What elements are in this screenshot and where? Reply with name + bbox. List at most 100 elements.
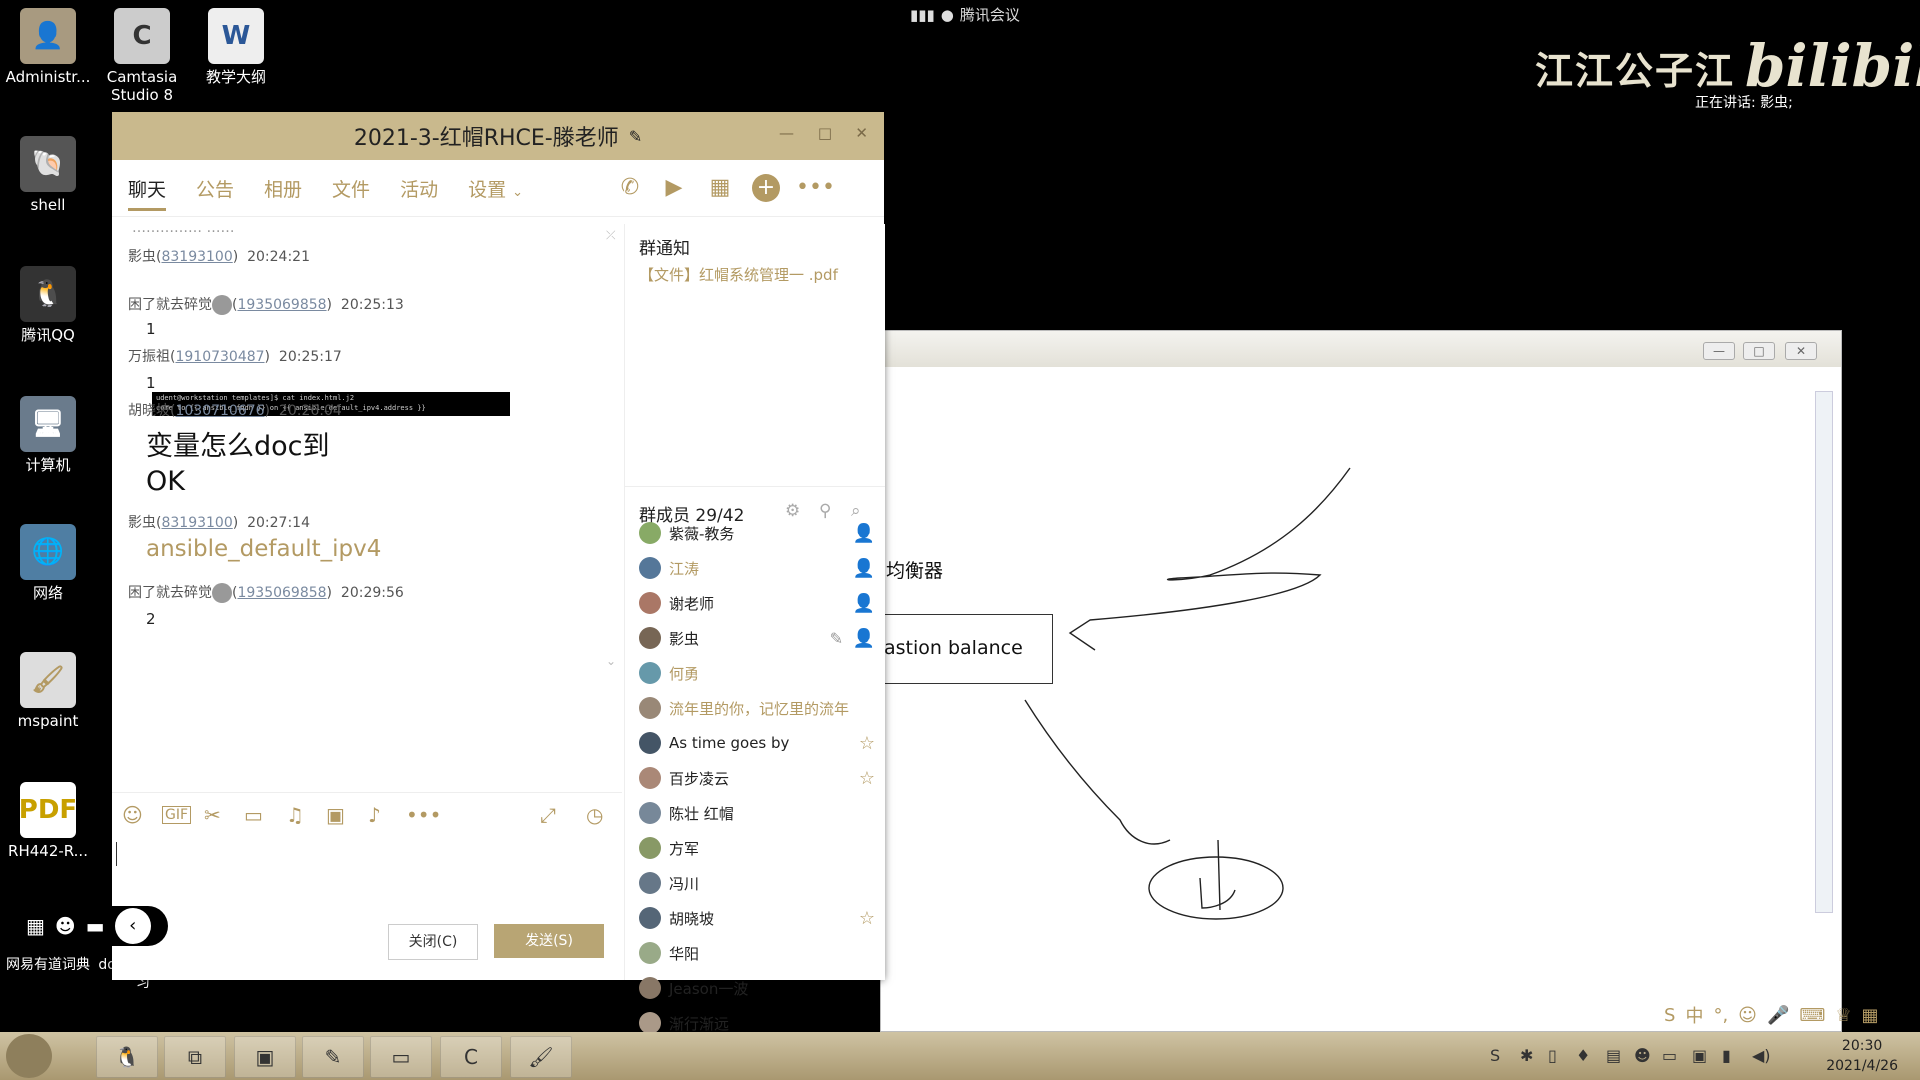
emoji-icon[interactable]: ☺ [1738,1005,1757,1026]
apps-icon[interactable]: ▦ [26,914,45,938]
desktop-icon-mspaint[interactable]: 🖌 mspaint [0,652,96,730]
member-item[interactable]: 江涛 👤 [639,553,875,583]
avatar[interactable] [639,557,661,579]
taskbar-app-paint[interactable]: 🖌 [510,1036,572,1078]
member-item[interactable]: 胡晓坡 ☆ [639,903,875,933]
member-item[interactable]: 华阳 [639,938,875,968]
emoji-icon[interactable]: ☺ [122,803,143,827]
tools-icon[interactable]: ▦ [1861,1005,1878,1026]
minimize-button[interactable]: — [1703,342,1735,360]
bell-icon[interactable]: ♪ [368,803,381,827]
avatar[interactable] [639,977,661,999]
desktop-icon-qq[interactable]: 🐧 腾讯QQ [0,266,96,344]
maximize-window-icon[interactable]: □ [818,124,832,142]
avatar[interactable] [639,1012,661,1034]
smile-icon[interactable]: ☻ [55,914,76,938]
member-item[interactable]: 影虫 ✎ 👤 [639,623,875,653]
tab-activity[interactable]: 活动 [400,175,438,202]
chevron-left-icon[interactable]: ‹ [114,908,151,944]
history-icon[interactable]: ◷ [586,803,603,827]
avatar[interactable] [639,872,661,894]
avatar[interactable] [639,837,661,859]
whiteboard-icon[interactable]: ▦ [706,174,734,202]
avatar[interactable] [639,627,661,649]
avatar[interactable] [639,697,661,719]
taskbar-app-photos[interactable]: ▣ [234,1036,296,1078]
chat-titlebar[interactable]: 2021-3-红帽RHCE-滕老师 ✎ — □ ✕ [112,112,884,160]
avatar[interactable] [639,592,661,614]
desktop-icon-computer[interactable]: 🖥 计算机 [0,396,96,474]
tray-usb-icon[interactable]: ▯ [1548,1046,1557,1065]
taskbar-app-explorer[interactable]: ✎ [302,1036,364,1078]
taskbar-app-meeting[interactable]: ⧉ [164,1036,226,1078]
skin-icon[interactable]: ♕ [1835,1005,1851,1026]
desktop-icon-shell[interactable]: 🐚 shell [0,136,96,214]
voice-call-icon[interactable]: ✆ [616,174,644,202]
tab-settings[interactable]: 设置 ⌄ [468,175,523,202]
keyboard-icon[interactable]: ⌨ [1799,1005,1825,1026]
qq-floating-bar[interactable]: ▦ ☻ ▬ ‹ [18,906,168,946]
tab-album[interactable]: 相册 [264,175,302,202]
tray-security-icon[interactable]: ♦ [1576,1046,1590,1065]
meeting-indicator[interactable]: ▮▮▮ ● 腾讯会议 [910,4,1020,25]
member-item[interactable]: 紫薇-教务 👤 [639,518,875,548]
member-item[interactable]: Jeason一波 [639,973,875,1003]
more-icon[interactable]: ••• [796,174,835,202]
avatar[interactable] [639,942,661,964]
member-item[interactable]: As time goes by ☆ [639,728,875,758]
member-item[interactable]: 冯川 [639,868,875,898]
taskbar-app-qq[interactable]: 🐧 [96,1036,158,1078]
mic-icon[interactable]: 🎤 [1767,1005,1789,1026]
desktop-icon-network[interactable]: 🌐 网络 [0,524,96,602]
member-item[interactable]: 何勇 [639,658,875,688]
taskbar-clock[interactable]: 20:30 2021/4/26 [1826,1036,1898,1076]
group-notice-item[interactable]: 【文件】红帽系统管理一 .pdf [639,264,838,285]
avatar[interactable] [639,802,661,824]
taskbar-app-camtasia[interactable]: C [440,1036,502,1078]
fullscreen-icon[interactable]: ⤢ [540,803,556,827]
collapse-icon[interactable]: ⤫ [606,228,616,243]
tab-files[interactable]: 文件 [332,175,370,202]
member-item[interactable]: 陈壮 红帽 [639,798,875,828]
ime-mode[interactable]: 中 [1685,1002,1703,1028]
whiteboard-titlebar[interactable]: — □ ✕ [881,331,1841,367]
video-call-icon[interactable]: ▶ [660,174,688,202]
ime-toolbar[interactable]: S 中 °, ☺ 🎤 ⌨ ♕ ▦ [1664,1000,1879,1030]
desktop-icon-administrator[interactable]: 👤 Administr... [0,8,96,86]
edit-title-icon[interactable]: ✎ [629,127,642,146]
minimize-window-icon[interactable]: — [779,124,794,142]
maximize-button[interactable]: □ [1743,342,1775,360]
desktop-icon-rh442[interactable]: PDF RH442-R... [0,782,96,860]
desktop-icon-youdao[interactable]: 网易有道词典 [0,956,96,974]
tray-qq-icon[interactable]: ☻ [1634,1046,1651,1065]
tray-sogou-icon[interactable]: S [1490,1046,1500,1065]
avatar[interactable] [639,522,661,544]
member-item[interactable]: 方军 [639,833,875,863]
add-app-icon[interactable]: + [752,174,780,202]
close-button[interactable]: ✕ [1785,342,1817,360]
close-window-icon[interactable]: ✕ [855,124,868,142]
avatar[interactable] [212,583,232,603]
tray-action-center-icon[interactable]: ▣ [1692,1046,1707,1065]
member-item[interactable]: 流年里的你，记忆里的流年 [639,693,875,723]
expand-icon[interactable]: ⌄ [606,654,616,668]
gif-icon[interactable]: GIF [162,806,192,824]
folder-icon[interactable]: ▭ [244,803,263,827]
tab-chat[interactable]: 聊天 [128,175,167,211]
more-tools-icon[interactable]: ••• [406,803,441,827]
message-input[interactable] [112,838,622,918]
tray-bluetooth-icon[interactable]: ✱ [1520,1046,1533,1065]
start-button[interactable] [6,1034,52,1078]
desktop-icon-syllabus[interactable]: W 教学大纲 [188,8,284,86]
avatar[interactable] [212,295,232,315]
send-button[interactable]: 发送(S) [494,924,604,958]
avatar[interactable] [639,662,661,684]
tray-battery-icon[interactable]: ▮ [1722,1046,1731,1065]
tray-display-icon[interactable]: ▭ [1662,1046,1677,1065]
group-chat-window[interactable]: 2021-3-红帽RHCE-滕老师 ✎ — □ ✕ 聊天 公告 相册 文件 活动… [112,112,885,1069]
avatar[interactable] [639,767,661,789]
scissors-icon[interactable]: ✂ [204,803,221,827]
tray-network-icon[interactable]: ▤ [1606,1046,1621,1065]
message-list[interactable]: …………… …… 影虫(83193100) 20:24:21 udent@wor… [112,224,622,789]
message-icon[interactable]: ▬ [86,914,105,938]
